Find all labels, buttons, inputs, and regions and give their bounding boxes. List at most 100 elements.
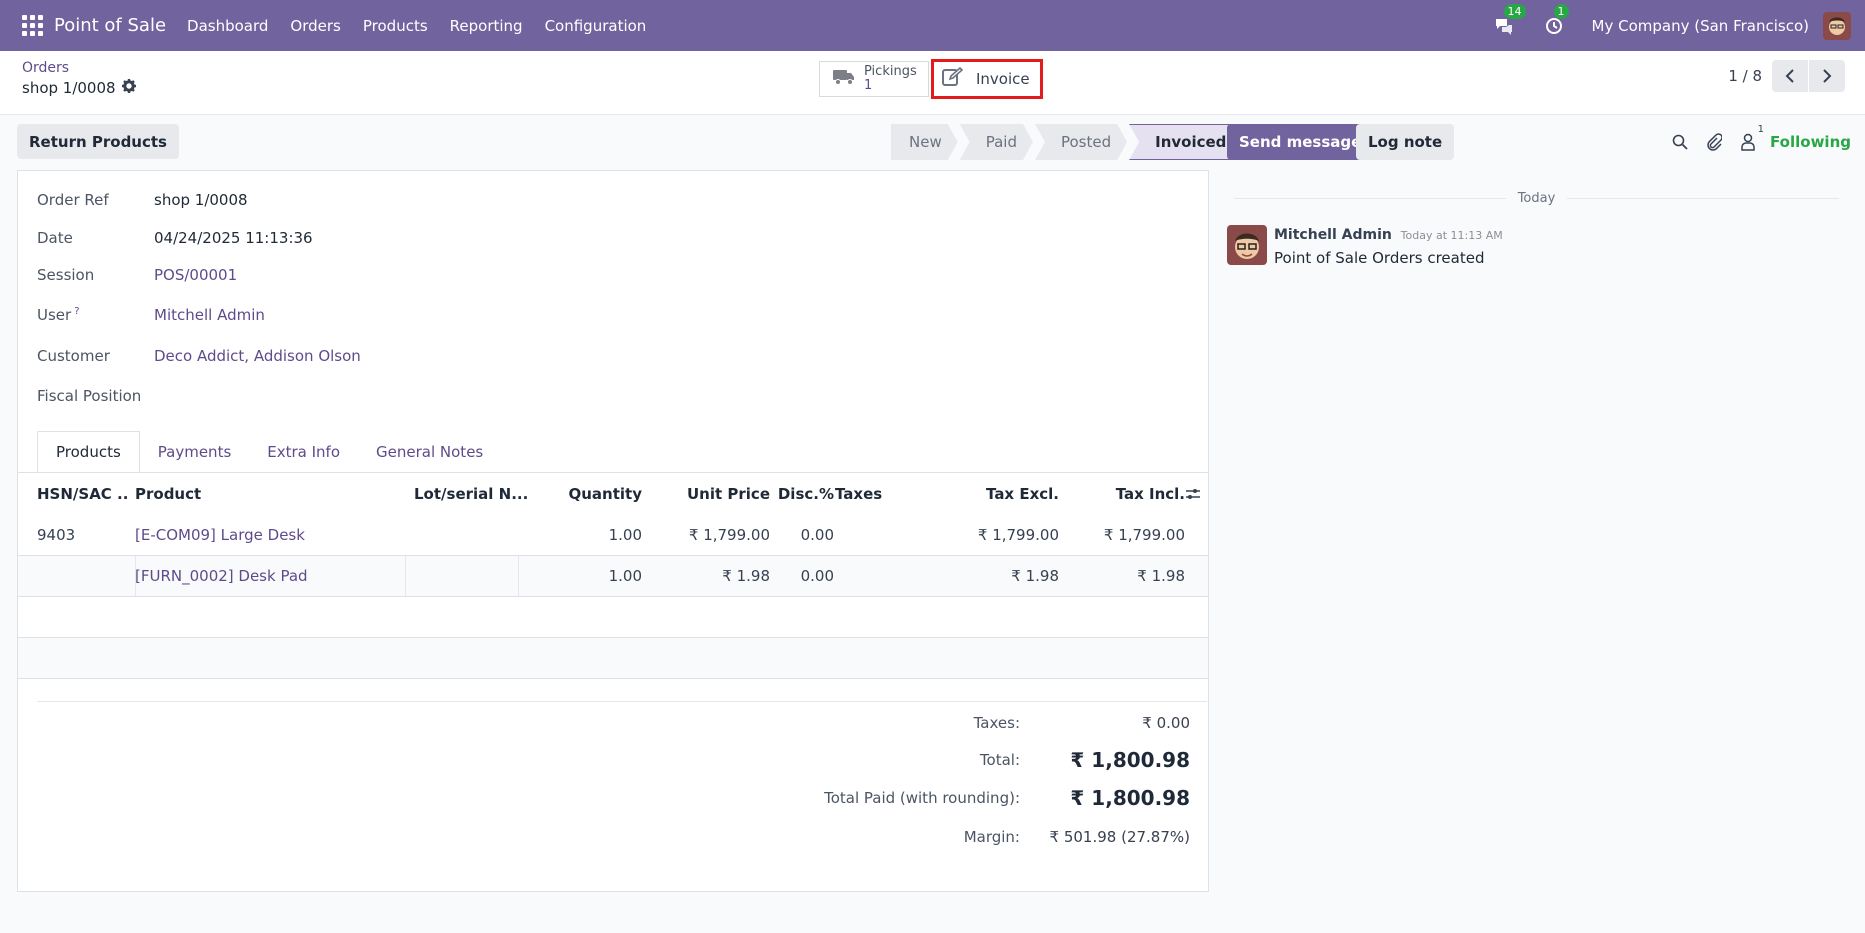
edit-icon xyxy=(942,66,964,91)
session-label: Session xyxy=(37,266,95,284)
tab-extra-info[interactable]: Extra Info xyxy=(249,431,358,473)
cell-tax-incl: ₹ 1.98 xyxy=(1137,567,1185,585)
customer-label: Customer xyxy=(37,347,110,365)
header-product[interactable]: Product xyxy=(135,473,415,515)
header-taxes[interactable]: Taxes xyxy=(827,473,907,515)
followers-icon[interactable]: 1 xyxy=(1736,124,1764,154)
menu-reporting[interactable]: Reporting xyxy=(439,17,534,35)
stage-paid[interactable]: Paid xyxy=(960,124,1033,160)
header-hsn[interactable]: HSN/SAC ... xyxy=(37,473,127,515)
pickings-smart-button[interactable]: Pickings 1 xyxy=(819,61,929,97)
order-ref-value: shop 1/0008 xyxy=(154,191,248,209)
pickings-label: Pickings xyxy=(864,64,917,79)
header-tax-excl[interactable]: Tax Excl. xyxy=(898,473,1059,515)
field-order-ref: Order Ref shop 1/0008 xyxy=(37,191,248,209)
record-name: shop 1/0008 xyxy=(22,79,116,97)
breadcrumb-current: shop 1/0008 xyxy=(22,79,136,97)
author-avatar[interactable] xyxy=(1227,225,1267,265)
customer-link[interactable]: Deco Addict, Addison Olson xyxy=(154,347,361,365)
paperclip-icon[interactable] xyxy=(1702,130,1726,154)
tab-general-notes[interactable]: General Notes xyxy=(358,431,501,473)
date-label: Date xyxy=(37,229,73,247)
main-menu: Dashboard Orders Products Reporting Conf… xyxy=(176,17,657,35)
top-navbar: Point of Sale Dashboard Orders Products … xyxy=(0,0,1865,51)
date-separator: Today xyxy=(1234,191,1840,206)
cell-quantity: 1.00 xyxy=(608,567,642,585)
cell-discount: 0.00 xyxy=(800,526,834,544)
pager-next-button[interactable] xyxy=(1809,60,1845,92)
table-row[interactable]: 9403 [E-COM09] Large Desk 1.00 ₹ 1,799.0… xyxy=(18,515,1208,556)
taxes-label: Taxes: xyxy=(973,714,1020,732)
totals-divider xyxy=(37,701,1207,702)
send-message-button[interactable]: Send message xyxy=(1227,124,1374,160)
stage-new[interactable]: New xyxy=(891,124,958,160)
header-unit-price[interactable]: Unit Price xyxy=(646,473,770,515)
pager-value[interactable]: 1 / 8 xyxy=(1728,67,1762,85)
messages-icon[interactable]: 14 xyxy=(1492,3,1526,38)
return-products-button[interactable]: Return Products xyxy=(17,124,179,159)
user-label: User xyxy=(37,306,72,324)
user-help-tooltip[interactable]: ? xyxy=(74,306,79,317)
totals-total: Total: ₹ 1,800.98 xyxy=(980,743,1190,777)
notebook-tabs: Products Payments Extra Info General Not… xyxy=(37,431,501,473)
totals-margin: Margin: ₹ 501.98 (27.87%) xyxy=(964,822,1190,852)
pager-previous-button[interactable] xyxy=(1772,60,1808,92)
invoice-smart-button[interactable]: Invoice xyxy=(931,59,1043,99)
totals-taxes: Taxes: ₹ 0.00 xyxy=(974,708,1190,738)
chatter-toolbar: 1 Following xyxy=(1658,124,1851,154)
margin-label: Margin: xyxy=(963,828,1020,846)
menu-products[interactable]: Products xyxy=(352,17,439,35)
header-quantity[interactable]: Quantity xyxy=(534,473,643,515)
tab-payments[interactable]: Payments xyxy=(140,431,249,473)
tab-products[interactable]: Products xyxy=(37,431,140,473)
header-lot[interactable]: Lot/serial N... xyxy=(410,473,532,515)
message-body: Point of Sale Orders created xyxy=(1274,249,1485,267)
cell-tax-excl: ₹ 1.98 xyxy=(1011,567,1059,585)
pickings-count: 1 xyxy=(864,78,873,93)
cell-taxes xyxy=(827,556,907,596)
date-separator-label: Today xyxy=(1517,191,1556,206)
gear-icon[interactable] xyxy=(121,79,136,97)
fiscal-position-label: Fiscal Position xyxy=(37,387,142,405)
stage-posted[interactable]: Posted xyxy=(1035,124,1127,160)
cell-lot xyxy=(410,515,532,555)
activities-clock-icon[interactable]: 1 xyxy=(1542,3,1569,38)
cell-hsn: 9403 xyxy=(37,526,76,544)
menu-configuration[interactable]: Configuration xyxy=(534,17,658,35)
chatter-message: Mitchell Admin Today at 11:13 AM Point o… xyxy=(1227,225,1503,267)
messages-badge: 14 xyxy=(1503,3,1526,19)
table-header: HSN/SAC ... Product Lot/serial N... Quan… xyxy=(18,473,1208,515)
cell-hsn xyxy=(37,556,127,596)
breadcrumb-orders[interactable]: Orders xyxy=(22,60,69,76)
search-icon[interactable] xyxy=(1668,130,1692,154)
following-button[interactable]: Following xyxy=(1770,133,1851,151)
total-label: Total: xyxy=(979,751,1020,769)
session-link[interactable]: POS/00001 xyxy=(154,266,237,284)
followers-count: 1 xyxy=(1757,124,1765,135)
field-date: Date 04/24/2025 11:13:36 xyxy=(37,229,313,247)
margin-value: ₹ 501.98 (27.87%) xyxy=(1049,828,1190,846)
header-tax-incl[interactable]: Tax Incl. xyxy=(1059,473,1185,515)
cell-tax-incl: ₹ 1,799.00 xyxy=(1103,526,1185,544)
invoice-label: Invoice xyxy=(976,70,1030,88)
menu-orders[interactable]: Orders xyxy=(279,17,351,35)
cell-unit-price: ₹ 1,799.00 xyxy=(688,526,770,544)
company-switcher[interactable]: My Company (San Francisco) xyxy=(1592,17,1809,35)
app-title[interactable]: Point of Sale xyxy=(54,15,166,36)
message-author[interactable]: Mitchell Admin xyxy=(1274,227,1392,243)
user-link[interactable]: Mitchell Admin xyxy=(154,306,265,324)
table-row[interactable]: [FURN_0002] Desk Pad 1.00 ₹ 1.98 0.00 ₹ … xyxy=(18,556,1208,597)
apps-menu-icon[interactable] xyxy=(18,12,46,40)
control-panel: Orders shop 1/0008 Pickings 1 Invoice 1 … xyxy=(0,51,1865,115)
activities-badge: 1 xyxy=(1553,3,1569,19)
cell-quantity: 1.00 xyxy=(608,526,642,544)
menu-dashboard[interactable]: Dashboard xyxy=(176,17,279,35)
field-user: User? Mitchell Admin xyxy=(37,306,265,324)
optional-columns-icon[interactable] xyxy=(1178,473,1208,515)
log-note-button[interactable]: Log note xyxy=(1356,124,1455,160)
user-avatar[interactable] xyxy=(1823,11,1851,40)
header-discount[interactable]: Disc.% xyxy=(770,473,834,515)
cell-product[interactable]: [FURN_0002] Desk Pad xyxy=(135,556,415,596)
cell-discount: 0.00 xyxy=(800,567,834,585)
cell-product[interactable]: [E-COM09] Large Desk xyxy=(135,515,415,555)
